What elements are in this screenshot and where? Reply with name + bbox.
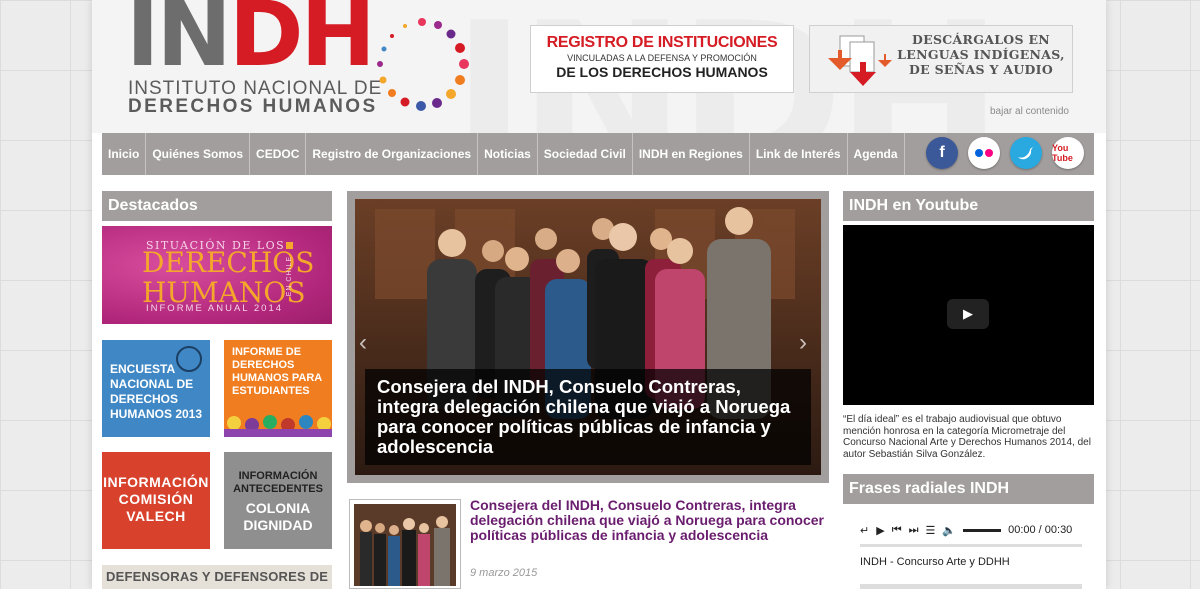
destacados-heading: Destacados <box>102 191 332 221</box>
defensoras-text: DEFENSORAS Y DEFENSORES DE <box>106 569 329 584</box>
news-thumbnail-photo <box>354 504 456 586</box>
main-navigation: Inicio Quiénes Somos CEDOC Registro de O… <box>102 133 1094 175</box>
news-headline-link[interactable]: Consejera del INDH, Consuelo Contreras, … <box>470 498 830 543</box>
track-name[interactable]: INDH - Concurso Arte y DDHH <box>860 556 1010 568</box>
logo-dots-ring-icon <box>377 18 469 111</box>
nav-item-inicio[interactable]: Inicio <box>102 133 147 175</box>
nav-item-indh-regiones[interactable]: INDH en Regiones <box>633 133 750 175</box>
informe-estudiantes-tile[interactable]: INFORME DE DERECHOS HUMANOS PARA ESTUDIA… <box>224 340 332 437</box>
audio-player: ↵ ▶ ⏮ ⏭ ☰ 🔈 00:00 / 00:30 <box>860 520 1082 540</box>
play-audio-icon[interactable]: ▶ <box>876 524 884 537</box>
defensoras-defensores-tile[interactable]: DEFENSORAS Y DEFENSORES DE <box>102 565 332 589</box>
children-illustration-icon <box>224 415 332 437</box>
playlist-icon[interactable]: ☰ <box>926 524 936 537</box>
comision-valech-tile[interactable]: INFORMACIÓN COMISIÓN VALECH <box>102 452 210 549</box>
next-track-icon[interactable]: ⏭ <box>909 524 919 537</box>
estudiantes-text: INFORME DE DERECHOS HUMANOS PARA ESTUDIA… <box>232 346 322 397</box>
slider-prev-icon[interactable]: ‹ <box>359 329 377 359</box>
informe-line4: INFORME ANUAL 2014 <box>146 303 284 314</box>
informe-anual-tile[interactable]: SITUACIÓN DE LOS DERECHOS HUMANOS EN CHI… <box>102 226 332 324</box>
page-container: INDH INDH INSTITUTO NACIONAL DE DERECHOS… <box>92 0 1106 589</box>
youtube-heading: INDH en Youtube <box>843 191 1094 221</box>
audio-progress-bar[interactable] <box>860 544 1082 547</box>
news-thumbnail-image <box>354 504 456 586</box>
video-description: “El día ideal” es el trabajo audiovisual… <box>843 414 1091 460</box>
radio-heading: Frases radiales INDH <box>843 474 1094 504</box>
volume-slider[interactable] <box>963 528 1002 532</box>
slide-photo: ‹ › Consejera del INDH, Consuelo Contrer… <box>355 199 821 475</box>
registro-title: REGISTRO DE INSTITUCIONES <box>546 34 778 51</box>
play-icon[interactable]: ▶ <box>947 299 989 329</box>
site-header: INDH INDH INSTITUTO NACIONAL DE DERECHOS… <box>92 0 1106 133</box>
facebook-icon[interactable]: f <box>926 137 958 169</box>
logo-letters-grey: IN <box>126 0 232 87</box>
colonia-dignidad-tile[interactable]: INFORMACIÓN ANTECEDENTES COLONIA DIGNIDA… <box>224 452 332 549</box>
previous-track-icon[interactable]: ⏮ <box>892 524 902 537</box>
volume-icon[interactable]: 🔈 <box>942 524 956 537</box>
youtube-video-player[interactable]: ▶ <box>843 225 1094 405</box>
slider-next-icon[interactable]: › <box>799 329 817 359</box>
colonia-text-2: COLONIA DIGNIDAD <box>243 500 313 533</box>
download-documents-icon <box>828 35 892 86</box>
nav-item-registro-organizaciones[interactable]: Registro de Organizaciones <box>306 133 479 175</box>
logo-letters-red: DH <box>228 0 376 87</box>
valech-text: INFORMACIÓN COMISIÓN VALECH <box>103 474 209 524</box>
news-thumbnail[interactable] <box>349 499 461 589</box>
player-time: 00:00 / 00:30 <box>1008 524 1073 536</box>
descarga-lenguas-banner[interactable]: Descárgalos en lenguas indígenas, de señ… <box>809 25 1073 93</box>
encuesta-nacional-tile[interactable]: ENCUESTA NACIONAL DE DERECHOS HUMANOS 20… <box>102 340 210 437</box>
logo-subtitle-line2: DERECHOS HUMANOS <box>128 96 378 117</box>
registro-subtitle: VINCULADAS A LA DEFENSA Y PROMOCIÓN <box>567 53 757 63</box>
social-links: f You Tube <box>926 137 1084 169</box>
nav-item-agenda[interactable]: Agenda <box>848 133 905 175</box>
slide-caption[interactable]: Consejera del INDH, Consuelo Contreras, … <box>365 369 811 465</box>
return-icon[interactable]: ↵ <box>860 524 869 537</box>
skip-to-content-link[interactable]: bajar al contenido <box>990 106 1069 117</box>
colonia-text-1: INFORMACIÓN ANTECEDENTES <box>233 470 323 495</box>
nav-item-noticias[interactable]: Noticias <box>478 133 538 175</box>
nav-item-quienes-somos[interactable]: Quiénes Somos <box>146 133 251 175</box>
nav-item-links-interes[interactable]: Link de Interés <box>750 133 848 175</box>
nav-item-sociedad-civil[interactable]: Sociedad Civil <box>538 133 633 175</box>
playlist-divider <box>860 584 1082 589</box>
twitter-icon[interactable] <box>1010 137 1042 169</box>
youtube-icon[interactable]: You Tube <box>1052 137 1084 169</box>
flickr-icon[interactable] <box>968 137 1000 169</box>
registro-subtitle-2: DE LOS DERECHOS HUMANOS <box>556 64 768 80</box>
informe-side-text: EN CHILE <box>286 256 293 297</box>
featured-slider[interactable]: ‹ › Consejera del INDH, Consuelo Contrer… <box>347 191 829 483</box>
nav-item-cedoc[interactable]: CEDOC <box>250 133 307 175</box>
encuesta-text: ENCUESTA NACIONAL DE DERECHOS HUMANOS 20… <box>110 362 203 421</box>
site-logo[interactable]: INDH <box>126 0 376 87</box>
registro-instituciones-banner[interactable]: REGISTRO DE INSTITUCIONES VINCULADAS A L… <box>530 25 794 93</box>
descarga-text: Descárgalos en lenguas indígenas, de señ… <box>897 32 1065 77</box>
news-date: 9 marzo 2015 <box>470 567 538 579</box>
